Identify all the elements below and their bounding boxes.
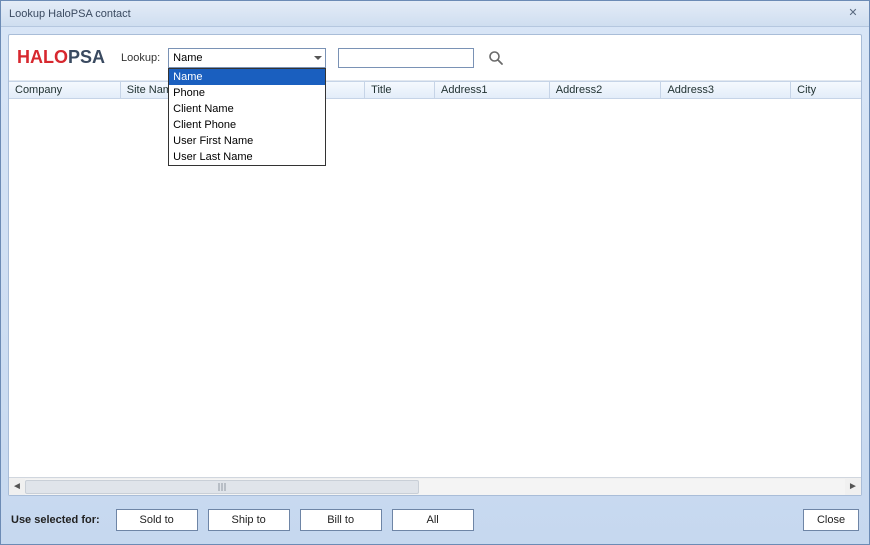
column-header[interactable]: Address2 (550, 82, 662, 98)
lookup-combo-wrap: Name Name Phone Client Name Client Phone… (168, 48, 326, 68)
lookup-toolbar: HALOPSA Lookup: Name Name Phone Client N… (9, 35, 861, 81)
scrollbar-thumb[interactable] (25, 480, 419, 494)
titlebar: Lookup HaloPSA contact ✕ (1, 1, 869, 27)
column-header[interactable]: City (791, 82, 861, 98)
lookup-combo-value: Name (173, 52, 202, 64)
column-header[interactable]: Address3 (661, 82, 791, 98)
lookup-label: Lookup: (121, 52, 160, 64)
bill-to-button[interactable]: Bill to (300, 509, 382, 531)
search-input[interactable] (338, 48, 474, 68)
lookup-option[interactable]: User Last Name (169, 149, 325, 165)
use-selected-label: Use selected for: (11, 514, 100, 526)
search-button[interactable] (486, 48, 506, 68)
lookup-field-combo[interactable]: Name (168, 48, 326, 68)
scrollbar-track[interactable] (25, 479, 845, 495)
window-title: Lookup HaloPSA contact (9, 8, 131, 20)
close-button[interactable]: Close (803, 509, 859, 531)
all-button[interactable]: All (392, 509, 474, 531)
lookup-option[interactable]: User First Name (169, 133, 325, 149)
ship-to-button[interactable]: Ship to (208, 509, 290, 531)
close-icon[interactable]: ✕ (845, 6, 861, 22)
lookup-option[interactable]: Client Phone (169, 117, 325, 133)
footer-bar: Use selected for: Sold to Ship to Bill t… (1, 496, 869, 544)
lookup-window: Lookup HaloPSA contact ✕ HALOPSA Lookup:… (0, 0, 870, 545)
column-header[interactable]: Address1 (435, 82, 550, 98)
lookup-option[interactable]: Client Name (169, 101, 325, 117)
chevron-down-icon (314, 56, 322, 60)
lookup-combo-list[interactable]: Name Phone Client Name Client Phone User… (168, 68, 326, 166)
content-panel: HALOPSA Lookup: Name Name Phone Client N… (8, 34, 862, 496)
horizontal-scrollbar[interactable]: ◄ ► (9, 477, 861, 495)
scroll-right-icon[interactable]: ► (845, 479, 861, 495)
lookup-option[interactable]: Phone (169, 85, 325, 101)
lookup-option[interactable]: Name (169, 69, 325, 85)
grid-body (9, 99, 861, 477)
halopsa-logo: HALOPSA (17, 47, 105, 68)
column-header[interactable]: Company (9, 82, 121, 98)
column-header[interactable]: Title (365, 82, 435, 98)
sold-to-button[interactable]: Sold to (116, 509, 198, 531)
grid-header: Company Site Name Title Address1 Address… (9, 81, 861, 99)
scroll-left-icon[interactable]: ◄ (9, 479, 25, 495)
search-icon (488, 50, 504, 66)
